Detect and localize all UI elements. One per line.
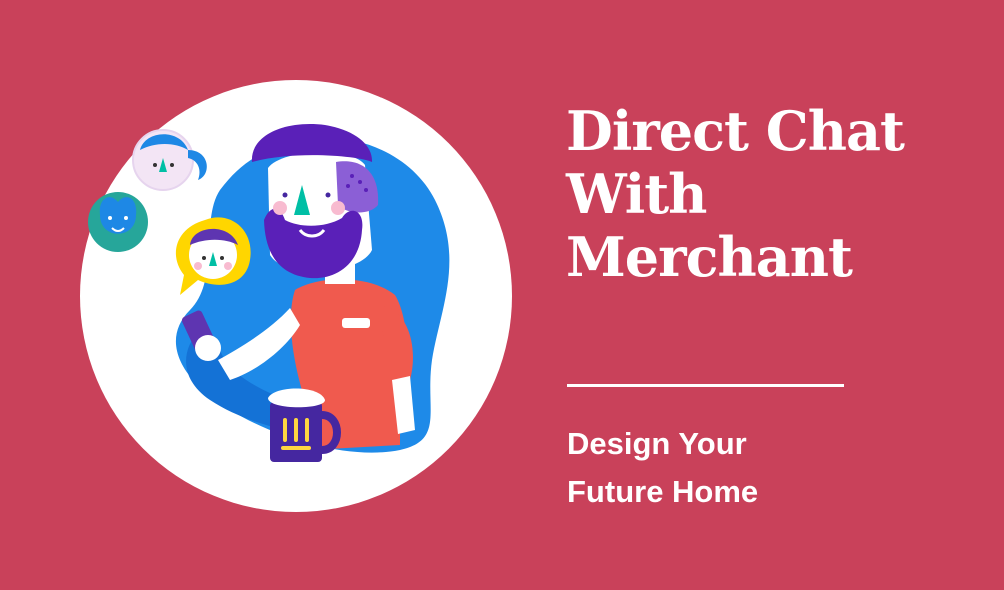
- title-line: With: [566, 162, 707, 226]
- illustration: [80, 80, 512, 512]
- page-title: Direct Chat With Merchant: [566, 100, 986, 289]
- title-line: Direct Chat: [566, 99, 905, 163]
- title-line: Merchant: [566, 225, 853, 289]
- subtitle: Design Your Future Home: [567, 420, 967, 516]
- subtitle-line: Future Home: [567, 474, 759, 509]
- subtitle-line: Design Your: [567, 426, 747, 461]
- banner: Direct Chat With Merchant Design Your Fu…: [0, 0, 1004, 590]
- divider: [567, 384, 844, 387]
- shirt-pocket: [342, 318, 370, 328]
- illustration-svg: [80, 80, 512, 512]
- left-hand: [195, 335, 221, 361]
